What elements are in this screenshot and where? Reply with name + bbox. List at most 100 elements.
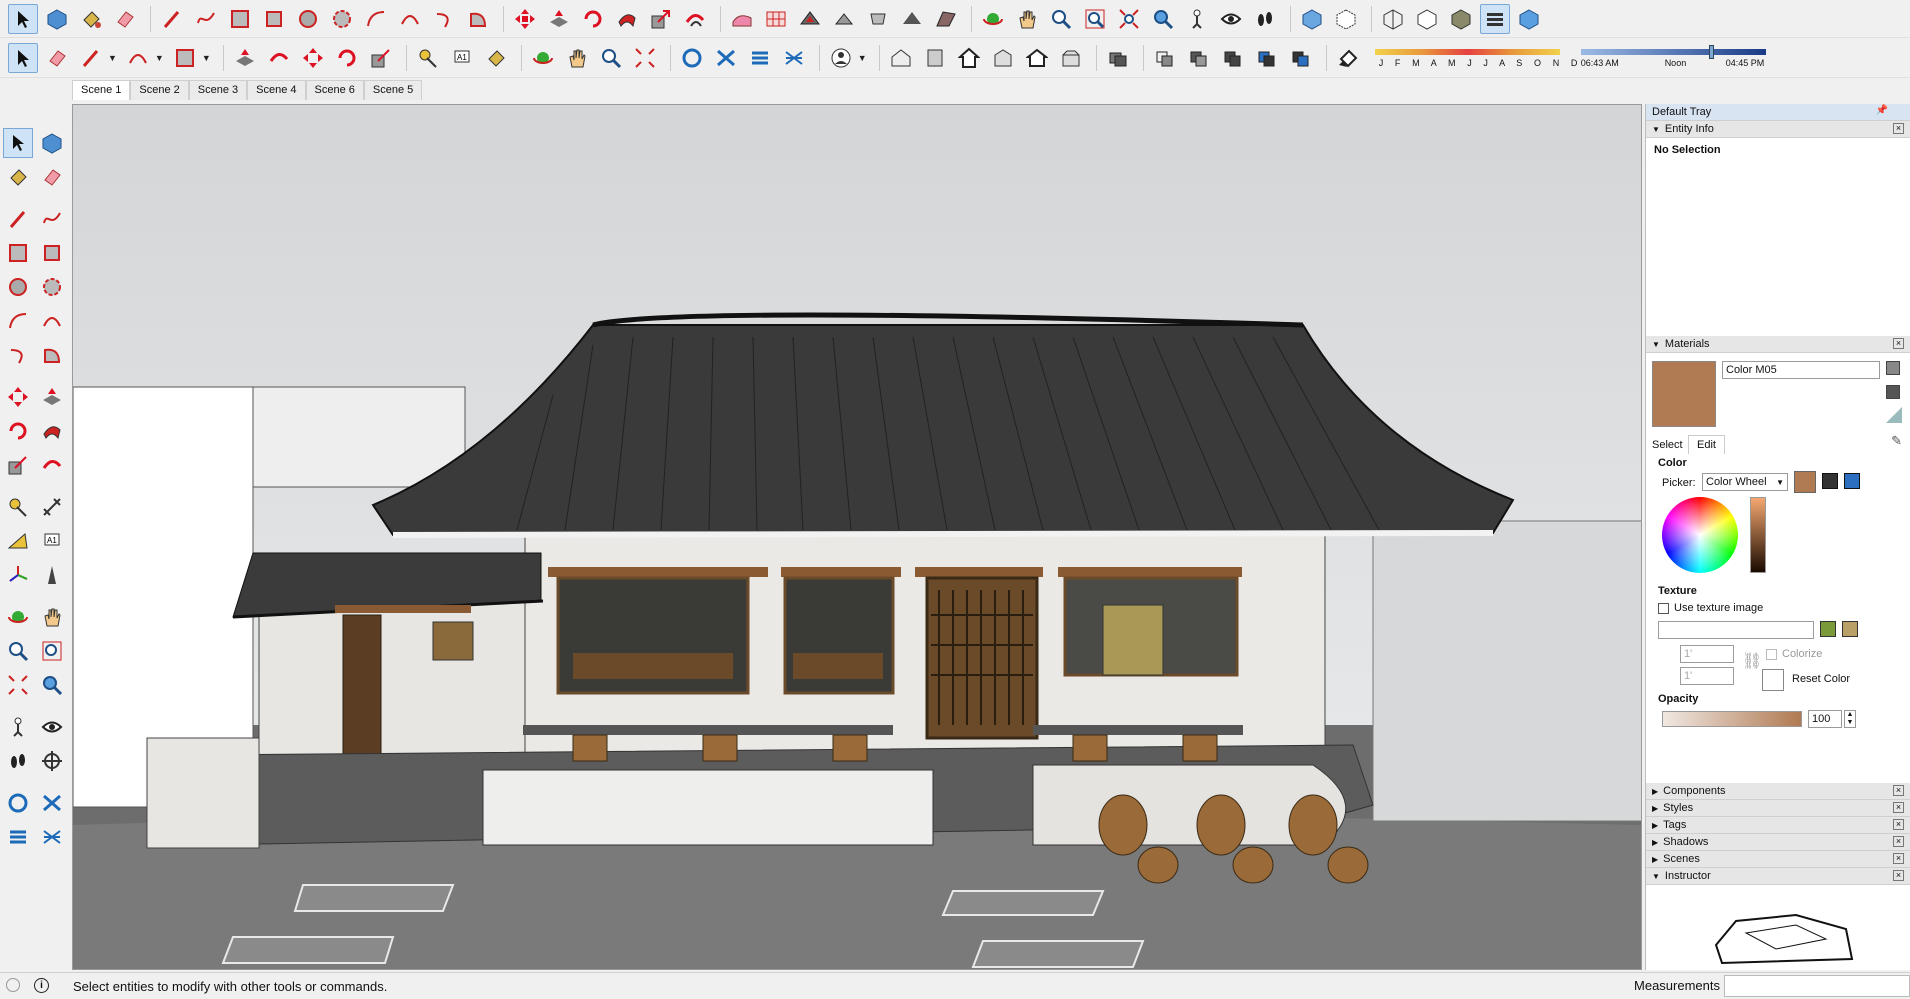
default-material-icon[interactable]: [1886, 407, 1902, 423]
select-icon[interactable]: [3, 128, 33, 158]
tab-scene-3[interactable]: Scene 3: [188, 80, 248, 100]
tab-select[interactable]: Select: [1652, 439, 1683, 451]
materials-header[interactable]: ▼ Materials ×: [1646, 336, 1910, 353]
push-pull-icon[interactable]: [37, 382, 67, 412]
dimension-icon[interactable]: [37, 492, 67, 522]
sandbox-from-scratch-icon[interactable]: [761, 4, 791, 34]
lock-aspect-icon[interactable]: ⛓: [1742, 651, 1762, 671]
position-camera-icon[interactable]: [3, 712, 33, 742]
entity-info-header[interactable]: ▼ Entity Info ×: [1646, 121, 1910, 138]
text-icon[interactable]: A1: [447, 43, 477, 73]
section-plane-icon[interactable]: [37, 746, 67, 776]
line-icon[interactable]: [3, 204, 33, 234]
axes-icon[interactable]: [3, 560, 33, 590]
xray-icon[interactable]: [1297, 4, 1327, 34]
tab-scene-4[interactable]: Scene 4: [247, 80, 306, 100]
paint-bucket-icon[interactable]: [3, 162, 33, 192]
close-icon[interactable]: ×: [1893, 853, 1904, 864]
walk-icon[interactable]: [1250, 4, 1280, 34]
use-texture-checkbox[interactable]: [1658, 603, 1669, 614]
zoom-icon[interactable]: [596, 43, 626, 73]
scenes-header[interactable]: ▶ Scenes ×: [1646, 851, 1910, 868]
tab-scene-1[interactable]: Scene 1: [72, 80, 131, 100]
arc-dropdown-icon[interactable]: ▼: [155, 53, 164, 63]
move-icon[interactable]: [3, 382, 33, 412]
edit-texture-icon[interactable]: [1842, 621, 1858, 637]
move-icon[interactable]: [510, 4, 540, 34]
rectangle-icon[interactable]: [225, 4, 255, 34]
pencil-icon[interactable]: [76, 43, 106, 73]
tab-scene-5[interactable]: Scene 5: [363, 80, 423, 100]
info-icon[interactable]: i: [34, 978, 49, 993]
iso-view-icon[interactable]: [886, 43, 916, 73]
close-icon[interactable]: ×: [1893, 836, 1904, 847]
measurements-input[interactable]: [1724, 975, 1910, 997]
zoom-extents-icon[interactable]: [1114, 4, 1144, 34]
scale-icon[interactable]: [366, 43, 396, 73]
push-pull-icon[interactable]: [544, 4, 574, 34]
circle-icon[interactable]: [293, 4, 323, 34]
two-point-arc-icon[interactable]: [37, 306, 67, 336]
union-icon[interactable]: [37, 822, 67, 852]
close-icon[interactable]: ×: [1893, 338, 1904, 349]
eraser-icon[interactable]: [110, 4, 140, 34]
material-name-input[interactable]: Color M05: [1722, 361, 1880, 379]
opacity-stepper[interactable]: ▲ ▼: [1844, 710, 1856, 728]
rectangle-icon[interactable]: [3, 238, 33, 268]
close-icon[interactable]: ×: [1893, 802, 1904, 813]
text-icon[interactable]: A1: [37, 526, 67, 556]
wireframe-icon[interactable]: [1378, 4, 1408, 34]
solid-tools-icon[interactable]: [677, 43, 707, 73]
follow-me-icon[interactable]: [612, 4, 642, 34]
three-point-arc-icon[interactable]: [3, 340, 33, 370]
components-header[interactable]: ▶ Components ×: [1646, 783, 1910, 800]
opacity-slider[interactable]: [1662, 711, 1802, 727]
styles-header[interactable]: ▶ Styles ×: [1646, 800, 1910, 817]
model-viewport[interactable]: [72, 104, 1642, 970]
browse-texture-icon[interactable]: [1820, 621, 1836, 637]
two-point-arc-icon[interactable]: [395, 4, 425, 34]
rotated-rectangle-icon[interactable]: [259, 4, 289, 34]
offset-icon[interactable]: [264, 43, 294, 73]
drape-icon[interactable]: [863, 4, 893, 34]
pan-icon[interactable]: [562, 43, 592, 73]
create-material-icon[interactable]: [1886, 361, 1900, 375]
right-view-icon[interactable]: [988, 43, 1018, 73]
match-screen-color-icon[interactable]: [1844, 473, 1860, 489]
eyedropper-icon[interactable]: ✎: [1891, 433, 1902, 449]
freehand-icon[interactable]: [37, 204, 67, 234]
pencil-dropdown-icon[interactable]: ▼: [108, 53, 117, 63]
color-swatch[interactable]: [1794, 471, 1816, 493]
circle-icon[interactable]: [3, 272, 33, 302]
look-around-icon[interactable]: [1216, 4, 1246, 34]
back-view-icon[interactable]: [1022, 43, 1052, 73]
zoom-icon[interactable]: [1046, 4, 1076, 34]
close-icon[interactable]: ×: [1893, 123, 1904, 134]
shadow-time-slider[interactable]: 06:43 AM Noon 04:45 PM: [1580, 41, 1771, 75]
pan-icon[interactable]: [1012, 4, 1042, 34]
close-icon[interactable]: ×: [1893, 819, 1904, 830]
trim-icon[interactable]: [1252, 43, 1282, 73]
zoom-icon[interactable]: [3, 636, 33, 666]
front-view-icon[interactable]: [954, 43, 984, 73]
stamp-icon[interactable]: [829, 4, 859, 34]
texture-height-input[interactable]: 1': [1680, 667, 1734, 685]
shadow-date-slider[interactable]: J F M A M J J A S O N D: [1374, 41, 1577, 75]
rotated-rectangle-icon[interactable]: [37, 238, 67, 268]
intersect-icon[interactable]: [745, 43, 775, 73]
walk-icon[interactable]: [3, 746, 33, 776]
paint-bucket-icon[interactable]: [76, 4, 106, 34]
subtract-icon[interactable]: [1218, 43, 1248, 73]
eraser-icon[interactable]: [42, 43, 72, 73]
pin-icon[interactable]: 📌: [1876, 105, 1888, 116]
3d-text-icon[interactable]: [37, 560, 67, 590]
paint-icon[interactable]: [481, 43, 511, 73]
select-icon[interactable]: [8, 3, 38, 34]
zoom-window-icon[interactable]: [1080, 4, 1110, 34]
shadows-toggle-icon[interactable]: [1333, 43, 1363, 73]
tab-edit[interactable]: Edit: [1688, 435, 1725, 454]
shadows-header[interactable]: ▶ Shadows ×: [1646, 834, 1910, 851]
previous-view-icon[interactable]: [37, 670, 67, 700]
close-icon[interactable]: ×: [1893, 870, 1904, 881]
arc-icon[interactable]: [3, 306, 33, 336]
